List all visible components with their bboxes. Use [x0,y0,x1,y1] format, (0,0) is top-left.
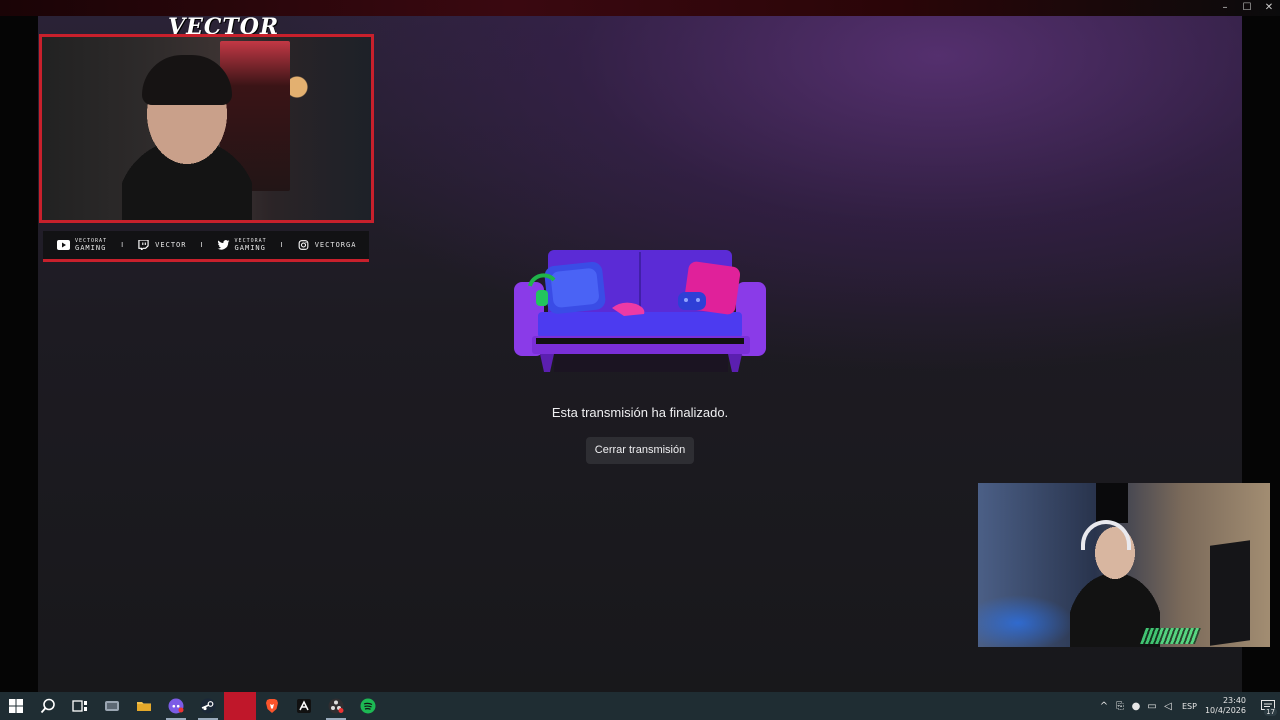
secondary-webcam [978,483,1270,647]
taskbar-discord[interactable] [160,692,192,720]
start-button[interactable] [0,692,32,720]
left-letterbox [0,16,38,692]
taskbar-epic[interactable] [288,692,320,720]
steam-icon [200,698,216,714]
notification-center-button[interactable]: 17 [1256,692,1280,720]
social-links-bar: VECTORAT GAMING I VECTOR I VECTORAT GAMING… [43,231,369,262]
taskbar-steam[interactable] [192,692,224,720]
clock[interactable]: 23:40 10/4/2026 [1205,696,1246,716]
screen: – ☐ ✕ VECTOR VECTORAT GAMING I VECTOR I V… [0,0,1280,720]
brave-icon [266,699,278,713]
social-youtube: VECTORAT GAMING [57,238,107,252]
app-icon [105,701,119,711]
search-button[interactable] [32,692,64,720]
social-twitter-label: GAMING [234,244,266,252]
webcam-frame [39,34,374,223]
social-separator: I [280,241,283,249]
system-tray: ^ ⎘ ● ▭ ◁ ESP 23:40 10/4/2026 17 [1096,692,1280,720]
microphone-icon[interactable]: ● [1128,701,1144,712]
taskbar-app[interactable] [96,692,128,720]
input-language[interactable]: ESP [1182,702,1197,711]
social-separator: I [200,241,203,249]
discord-icon [168,698,184,714]
taskbar-brave[interactable] [256,692,288,720]
epic-icon [297,699,311,713]
rgb-keyboard [1140,628,1201,644]
twitch-icon [138,240,149,250]
maximize-button[interactable]: ☐ [1236,0,1258,16]
monitor [1210,540,1250,646]
task-view-icon [72,700,87,712]
social-separator: I [121,241,124,249]
taskbar-red-app[interactable] [224,692,256,720]
start-icon [9,699,23,713]
social-twitch-label: VECTOR [155,241,187,249]
obs-icon [328,698,344,714]
network-icon[interactable]: ▭ [1144,701,1160,712]
show-hidden-icons-icon[interactable]: ^ [1096,701,1112,712]
doorway [1096,483,1128,523]
social-instagram-label: VECTORGA [314,241,357,249]
social-twitch: VECTOR [137,240,186,250]
close-window-button[interactable]: ✕ [1258,0,1280,16]
taskbar-file-explorer[interactable] [128,692,160,720]
taskbar-obs[interactable] [320,692,352,720]
clock-time: 23:40 [1222,696,1246,705]
clock-date: 10/4/2026 [1204,706,1246,715]
social-twitter: VECTORAT GAMING [217,238,267,252]
app-red-icon [232,698,248,714]
window-controls: – ☐ ✕ [1214,0,1280,16]
taskbar-spotify[interactable] [352,692,384,720]
close-stream-button[interactable]: Cerrar transmisión [586,437,694,464]
social-instagram: VECTORGA [297,240,357,250]
twitter-icon [217,240,229,250]
network-device-icon[interactable]: ⎘ [1112,701,1128,712]
task-view-button[interactable] [64,692,96,720]
instagram-icon [298,240,309,250]
social-youtube-label: GAMING [75,244,107,252]
minimize-button[interactable]: – [1214,0,1236,16]
taskbar [0,692,1280,720]
youtube-icon [57,240,70,250]
file-explorer-icon [137,702,151,711]
volume-icon[interactable]: ◁ [1160,701,1176,712]
notification-count: 17 [1264,708,1277,716]
spotify-icon [360,698,376,714]
empty-couch-illustration [514,250,766,372]
stream-ended-message: Esta transmisión ha finalizado. [551,405,729,420]
search-icon [40,698,55,714]
